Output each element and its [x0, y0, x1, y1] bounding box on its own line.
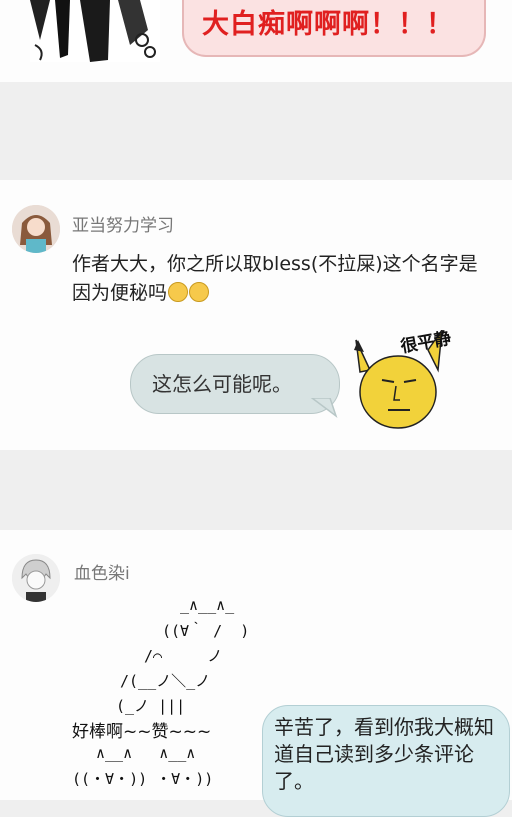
avatar[interactable] — [12, 205, 60, 253]
ascii-art-line: _∧__∧_ — [180, 596, 235, 614]
banner-text: 大白痴啊啊啊！！！ — [202, 9, 454, 40]
avatar[interactable] — [12, 554, 60, 602]
laugh-cry-emoji-icon — [168, 282, 189, 302]
username[interactable]: 血色染i — [74, 559, 130, 584]
ascii-art-line: /⌒ ノ — [144, 647, 223, 665]
comment-body: 作者大大，你之所以取bless(不拉屎)这个名字是因为便秘吗 — [72, 253, 478, 304]
reply-bubble-text: 这怎么可能呢。 — [152, 372, 292, 396]
ascii-art-line: ((・∀・)) ・∀・)) — [72, 770, 214, 788]
reply-bubble-text: 辛苦了，看到你我大概知道自己读到多少条评论了。 — [274, 715, 494, 793]
manga-panel-image — [30, 0, 160, 62]
comment-text: 作者大大，你之所以取bless(不拉屎)这个名字是因为便秘吗 — [72, 250, 482, 308]
ascii-art-line: /(__ノ＼_ノ — [120, 672, 211, 690]
ascii-art-line: ∧__∧ ∧__∧ — [96, 744, 196, 762]
comment-text: 好棒啊~~赞~~~ — [72, 722, 212, 742]
username[interactable]: 亚当努力学习 — [72, 211, 174, 236]
ascii-art-line: (_ノ ||| — [116, 697, 186, 715]
bubble-tail-icon — [310, 398, 338, 419]
ascii-art-line: ((∀｀ / ) — [162, 622, 250, 640]
laugh-cry-emoji-icon — [189, 282, 210, 302]
